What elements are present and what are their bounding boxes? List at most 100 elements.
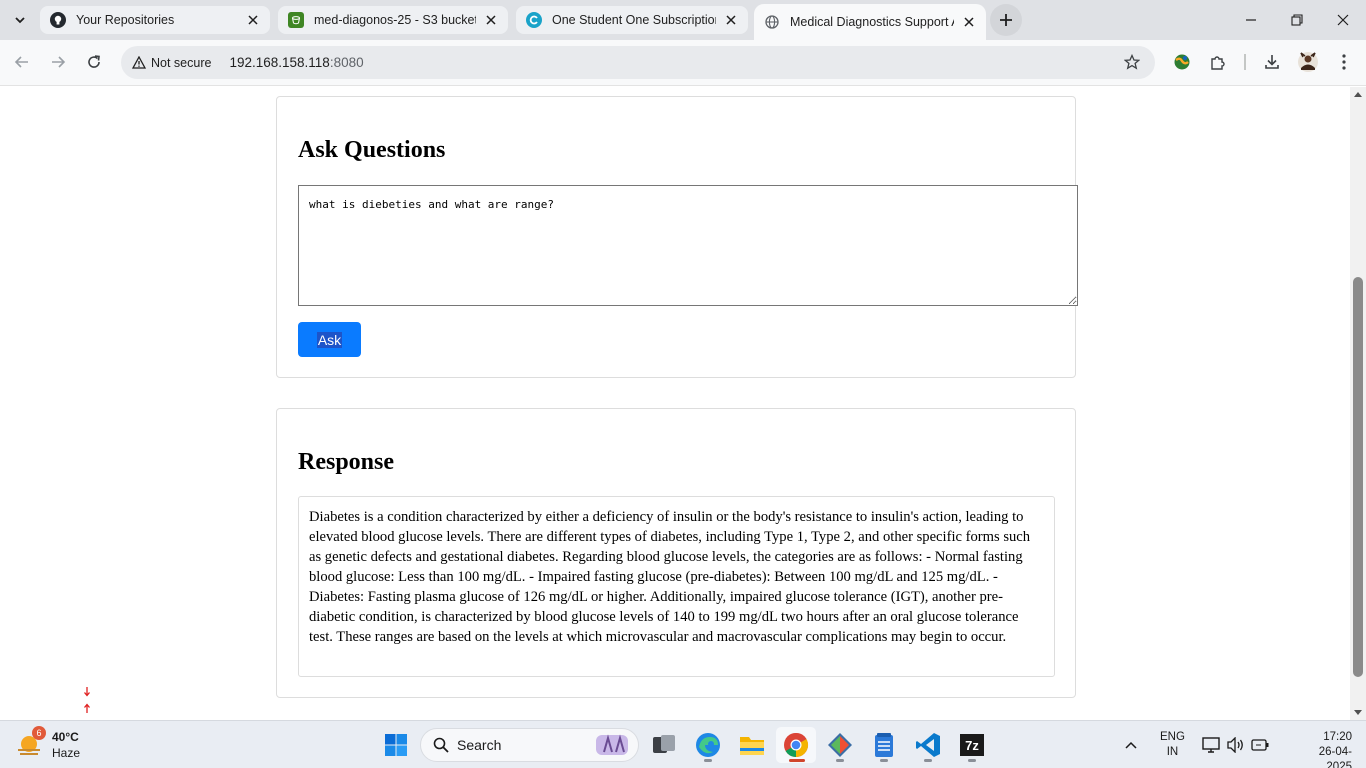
scroll-down-arrow-icon[interactable] bbox=[1354, 710, 1362, 716]
tab-title: Your Repositories bbox=[76, 13, 175, 27]
ask-button-label: Ask bbox=[316, 331, 343, 348]
running-indicator bbox=[789, 759, 805, 762]
avatar-icon bbox=[1298, 52, 1318, 72]
reload-button[interactable] bbox=[79, 47, 109, 77]
ask-questions-card: Ask Questions what is diebeties and what… bbox=[276, 96, 1078, 378]
minimize-icon bbox=[1246, 19, 1256, 21]
close-icon[interactable] bbox=[482, 11, 500, 29]
vscode-app[interactable] bbox=[908, 727, 948, 763]
question-input[interactable]: what is diebeties and what are range? bbox=[298, 185, 1078, 306]
edge-app[interactable] bbox=[688, 727, 728, 763]
arrow-left-icon bbox=[14, 56, 28, 68]
browser-toolbar: Not secure 192.168.158.118:8080 bbox=[0, 40, 1366, 86]
page-scrollbar[interactable] bbox=[1350, 87, 1366, 720]
tab-your-repositories[interactable]: Your Repositories bbox=[40, 6, 270, 34]
weather-temp: 40°C bbox=[52, 730, 79, 744]
battery-button[interactable] bbox=[1251, 721, 1269, 768]
chevron-up-icon bbox=[1125, 741, 1137, 749]
running-indicator bbox=[880, 759, 888, 762]
profile-avatar[interactable] bbox=[1294, 48, 1322, 76]
kebab-menu-icon bbox=[1342, 54, 1346, 70]
extension-globe-button[interactable] bbox=[1168, 48, 1196, 76]
chevron-down-icon bbox=[15, 17, 25, 24]
folder-icon bbox=[740, 737, 764, 755]
file-explorer-app[interactable] bbox=[732, 727, 772, 763]
tab-title: med-diagonos-25 - S3 bucket | bbox=[314, 13, 476, 27]
ask-button[interactable]: Ask bbox=[298, 322, 361, 357]
tab-s3-bucket[interactable]: med-diagonos-25 - S3 bucket | bbox=[278, 6, 508, 34]
close-icon[interactable] bbox=[960, 13, 978, 31]
aws-s3-icon bbox=[288, 12, 304, 28]
windows-taskbar: 6 40°C Haze Search 7z ENG IN 17:20 26-04… bbox=[0, 720, 1366, 768]
show-hidden-icons-button[interactable] bbox=[1124, 721, 1138, 768]
close-icon[interactable] bbox=[244, 11, 262, 29]
language-indicator[interactable]: ENG IN bbox=[1160, 730, 1185, 760]
restore-button[interactable] bbox=[1274, 0, 1320, 40]
svg-text:7z: 7z bbox=[965, 738, 979, 753]
page-viewport: Ask Questions what is diebeties and what… bbox=[0, 87, 1350, 720]
chrome-app[interactable] bbox=[776, 727, 816, 763]
network-button[interactable] bbox=[1202, 721, 1220, 768]
close-window-button[interactable] bbox=[1320, 0, 1366, 40]
downloads-button[interactable] bbox=[1258, 48, 1286, 76]
scroll-up-arrow-icon[interactable] bbox=[1354, 91, 1362, 97]
start-button[interactable] bbox=[376, 727, 416, 763]
address-bar[interactable]: Not secure 192.168.158.118:8080 bbox=[121, 46, 1155, 79]
taskbar-search[interactable]: Search bbox=[420, 728, 639, 762]
minimize-button[interactable] bbox=[1228, 0, 1274, 40]
tab-medical-diagnostics[interactable]: Medical Diagnostics Support Ap bbox=[754, 4, 986, 40]
vscode-icon bbox=[916, 733, 940, 757]
weather-text: 40°C Haze bbox=[52, 729, 80, 761]
back-button[interactable] bbox=[7, 47, 37, 77]
globe-icon bbox=[764, 14, 780, 30]
weather-badge: 6 bbox=[32, 726, 46, 740]
tab-search-button[interactable] bbox=[8, 8, 32, 32]
running-indicator bbox=[968, 759, 976, 762]
notepad-app[interactable] bbox=[864, 727, 904, 763]
scrollbar-thumb[interactable] bbox=[1353, 277, 1363, 677]
url-host: 192.168.158.118 bbox=[229, 55, 330, 70]
download-icon bbox=[1265, 55, 1279, 69]
portal-icon bbox=[526, 12, 542, 28]
security-chip[interactable]: Not secure bbox=[126, 50, 221, 75]
close-icon[interactable] bbox=[722, 11, 740, 29]
url-text: 192.168.158.118:8080 bbox=[229, 55, 363, 70]
github-icon bbox=[50, 12, 66, 28]
git-app[interactable] bbox=[820, 727, 860, 763]
response-card: Response Diabetes is a condition charact… bbox=[276, 408, 1076, 698]
tab-title: One Student One Subscription | bbox=[552, 13, 716, 27]
plus-icon bbox=[1000, 14, 1012, 26]
volume-button[interactable] bbox=[1227, 721, 1245, 768]
security-label: Not secure bbox=[151, 55, 212, 70]
weather-desc: Haze bbox=[52, 746, 81, 760]
7zip-app[interactable]: 7z bbox=[952, 727, 992, 763]
ask-heading: Ask Questions bbox=[298, 137, 446, 163]
extensions-button[interactable] bbox=[1204, 48, 1232, 76]
notepad-icon bbox=[875, 733, 893, 757]
reload-icon bbox=[88, 55, 100, 68]
star-icon bbox=[1124, 54, 1140, 70]
forward-button[interactable] bbox=[43, 47, 73, 77]
search-highlight-icon bbox=[596, 734, 628, 755]
system-clock[interactable]: 17:20 26-04-2025 bbox=[1306, 730, 1352, 768]
new-tab-button[interactable] bbox=[990, 4, 1022, 36]
clock-date: 26-04-2025 bbox=[1318, 746, 1352, 768]
arrow-right-icon bbox=[52, 56, 66, 68]
warning-icon bbox=[132, 56, 146, 69]
screen: Your Repositories med-diagonos-25 - S3 b… bbox=[0, 0, 1366, 768]
weather-widget[interactable]: 6 40°C Haze bbox=[14, 726, 80, 763]
running-indicator bbox=[836, 759, 844, 762]
git-diamond-icon bbox=[828, 733, 852, 757]
task-view-icon bbox=[653, 735, 675, 753]
tab-title: Medical Diagnostics Support Ap bbox=[790, 15, 954, 29]
bookmark-button[interactable] bbox=[1121, 51, 1143, 73]
vpn-globe-icon bbox=[1174, 54, 1190, 70]
chrome-icon bbox=[784, 732, 809, 757]
tab-one-student-subscription[interactable]: One Student One Subscription | bbox=[516, 6, 748, 34]
running-indicator bbox=[704, 759, 712, 762]
lang-bottom: IN bbox=[1166, 746, 1179, 758]
task-view-button[interactable] bbox=[644, 727, 684, 763]
battery-icon bbox=[1251, 739, 1269, 751]
menu-button[interactable] bbox=[1330, 48, 1358, 76]
url-port: :8080 bbox=[329, 55, 364, 70]
